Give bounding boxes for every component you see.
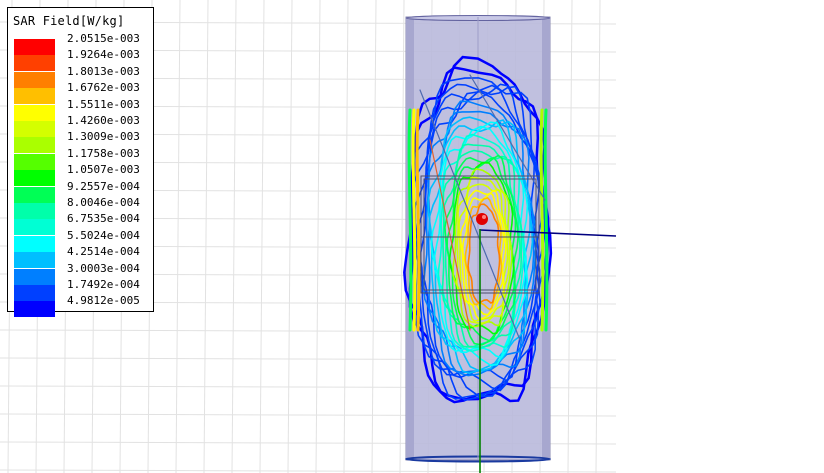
sar-legend: SAR Field[W/kg] 2.0515e-003 1.9264e-003 1.… [7, 7, 154, 318]
legend-value: 1.3009e-003 [67, 130, 140, 144]
legend-value: 1.6762e-003 [67, 81, 140, 95]
legend-swatch [14, 252, 55, 269]
sar-edge-band [407, 108, 413, 332]
legend-swatch [14, 104, 55, 121]
legend-value: 2.0515e-003 [67, 32, 140, 45]
legend-swatch [14, 219, 55, 236]
legend-swatch [14, 39, 55, 55]
legend-title: SAR Field[W/kg] [13, 14, 125, 28]
sar-edge-band [411, 108, 417, 332]
legend-swatch [14, 268, 55, 285]
legend-value: 1.4260e-003 [67, 114, 140, 127]
legend-swatch [14, 71, 55, 88]
legend-value: 9.2557e-004 [67, 179, 140, 193]
sar-edge-band [539, 108, 545, 332]
legend-swatch [14, 55, 55, 72]
legend-value: 4.2514e-004 [67, 245, 140, 259]
legend-value: 1.5511e-003 [67, 97, 140, 111]
legend-value: 1.0507e-003 [67, 163, 140, 177]
legend-value: 6.7535e-004 [67, 212, 140, 226]
legend-value: 1.7492e-004 [67, 278, 140, 291]
origin-marker [476, 213, 488, 225]
legend-swatch [14, 203, 55, 219]
legend-swatch [14, 153, 55, 170]
sar-edge-band [415, 108, 421, 332]
legend-value: 3.0003e-004 [67, 261, 140, 275]
legend-swatch [14, 137, 55, 154]
legend-swatch [14, 301, 55, 318]
legend-swatch [14, 285, 55, 301]
legend-swatch [14, 121, 55, 137]
legend-value: 1.1758e-003 [67, 146, 140, 160]
legend-value: 8.0046e-004 [67, 196, 140, 209]
legend-value: 5.5024e-004 [67, 228, 140, 242]
legend-value: 1.8013e-003 [67, 64, 140, 78]
legend-swatch [14, 235, 55, 252]
legend-value: 1.9264e-003 [67, 48, 140, 62]
legend-swatch [14, 186, 55, 203]
legend-swatch [14, 88, 55, 105]
legend-swatch [14, 170, 55, 187]
legend-value: 4.9812e-005 [67, 294, 140, 308]
sar-edge-band [543, 108, 549, 332]
